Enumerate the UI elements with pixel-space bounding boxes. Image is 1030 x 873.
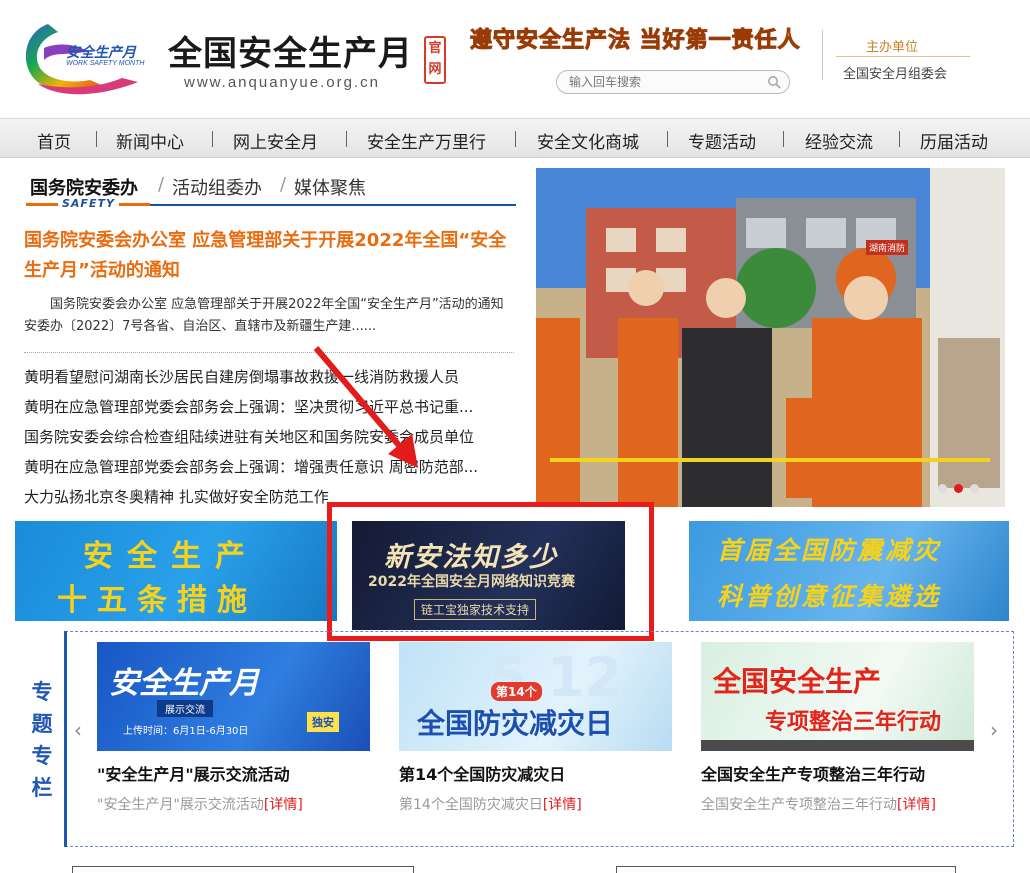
card-desc-text: "安全生产月"展示交流活动 bbox=[97, 797, 264, 813]
card-detail-link[interactable]: [详情] bbox=[897, 797, 936, 813]
site-url: www.anquanyue.org.cn bbox=[184, 74, 380, 91]
card-image-disaster-day[interactable]: 5.12 第14个 全国防灾减灾日 bbox=[399, 642, 672, 751]
header-divider bbox=[822, 30, 823, 80]
nav-separator bbox=[96, 131, 97, 147]
nav-separator bbox=[515, 131, 516, 147]
slider-dot[interactable] bbox=[938, 484, 947, 493]
card3-img-title: 全国安全生产 bbox=[713, 665, 882, 698]
logo-text-en: WORK SAFETY MONTH bbox=[66, 60, 145, 67]
nav-item-history[interactable]: 历届活动 bbox=[920, 128, 988, 153]
banner-mid-line2: 2022年全国安全月网络知识竞赛 bbox=[368, 574, 575, 590]
special-column-title: 专题专栏 bbox=[31, 680, 53, 800]
card1-img-badge: 独安 bbox=[307, 712, 339, 732]
card-title[interactable]: 全国安全生产专项整治三年行动 bbox=[701, 761, 925, 785]
card-desc: "安全生产月"展示交流活动[详情] bbox=[97, 794, 303, 814]
news-item[interactable]: 黄明看望慰问湖南长沙居民自建房倒塌事故救援一线消防救援人员 bbox=[24, 366, 514, 396]
news-item[interactable]: 大力弘扬北京冬奥精神 扎实做好安全防范工作 bbox=[24, 486, 514, 516]
nav-separator bbox=[212, 131, 213, 147]
nav-item-safety-tour[interactable]: 安全生产万里行 bbox=[367, 128, 486, 153]
site-title: 全国安全生产月 bbox=[168, 34, 413, 74]
card3-img-ground bbox=[701, 740, 974, 751]
nav-item-special-events[interactable]: 专题活动 bbox=[688, 128, 756, 153]
search-box[interactable] bbox=[556, 70, 790, 94]
header-slogan: 遵守安全生产法 当好第一责任人 bbox=[470, 28, 801, 54]
banner-mid-line1: 新安法知多少 bbox=[384, 542, 558, 573]
tab-divider: / bbox=[280, 174, 287, 195]
organizer-name: 全国安全月组委会 bbox=[843, 67, 948, 82]
slider-dot[interactable] bbox=[970, 484, 979, 493]
card-image-three-year-action[interactable]: 全国安全生产 专项整治三年行动 bbox=[701, 642, 974, 751]
nav-separator bbox=[667, 131, 668, 147]
carousel-prev-arrow[interactable]: ‹ bbox=[74, 718, 82, 742]
site-header: 安全生产月 WORK SAFETY MONTH 全国安全生产月 www.anqu… bbox=[0, 0, 1030, 118]
news-list: 黄明看望慰问湖南长沙居民自建房倒塌事故救援一线消防救援人员 黄明在应急管理部党委… bbox=[24, 366, 514, 516]
card-detail-link[interactable]: [详情] bbox=[264, 797, 303, 813]
site-logo[interactable]: 安全生产月 WORK SAFETY MONTH bbox=[18, 18, 160, 100]
card-title[interactable]: "安全生产月"展示交流活动 bbox=[97, 761, 290, 785]
card-desc: 第14个全国防灾减灾日[详情] bbox=[399, 794, 582, 814]
card-image-showcase[interactable]: 安全生产月 展示交流 上传时间：6月1日-6月30日 独安 bbox=[97, 642, 370, 751]
main-nav: 首页 新闻中心 网上安全月 安全生产万里行 安全文化商城 专题活动 经验交流 历… bbox=[0, 118, 1030, 158]
card-desc: 全国安全生产专项整治三年行动[详情] bbox=[701, 794, 936, 814]
nav-item-home[interactable]: 首页 bbox=[37, 128, 71, 153]
banner-earthquake-contest[interactable]: 首届全国防震减灾 科普创意征集遴选 bbox=[689, 521, 1009, 621]
card-desc-text: 全国安全生产专项整治三年行动 bbox=[701, 797, 897, 813]
nav-item-experience[interactable]: 经验交流 bbox=[805, 128, 873, 153]
official-site-seal: 官网 bbox=[424, 36, 446, 84]
banner-left-line1: 安全生产 bbox=[83, 539, 259, 574]
arrow-annotation-icon bbox=[313, 346, 418, 468]
slider-dots bbox=[931, 478, 979, 497]
page: 安全生产月 WORK SAFETY MONTH 全国安全生产月 www.anqu… bbox=[0, 0, 1030, 873]
banner-right-line1: 首届全国防震减灾 bbox=[717, 536, 942, 565]
banner-right-line2: 科普创意征集遴选 bbox=[717, 582, 942, 611]
headline-link[interactable]: 国务院安委会办公室 应急管理部关于开展2022年全国“安全生产月”活动的通知 bbox=[24, 226, 510, 286]
nav-separator bbox=[346, 131, 347, 147]
footer-box-left bbox=[72, 866, 414, 873]
tab-organizing-committee[interactable]: 活动组委办 bbox=[172, 174, 262, 200]
card-title[interactable]: 第14个全国防灾减灾日 bbox=[399, 761, 565, 785]
photo-slider[interactable]: 湖南消防 bbox=[536, 168, 1005, 507]
news-divider bbox=[24, 352, 514, 353]
logo-text-cn: 安全生产月 bbox=[66, 45, 136, 61]
card-detail-link[interactable]: [详情] bbox=[543, 797, 582, 813]
tab-divider: / bbox=[158, 174, 165, 195]
nav-item-online-month[interactable]: 网上安全月 bbox=[233, 128, 318, 153]
banner-law-quiz[interactable]: 新安法知多少 2022年全国安全月网络知识竞赛 链工宝独家技术支持 bbox=[352, 521, 625, 630]
nav-separator bbox=[899, 131, 900, 147]
carousel-next-arrow[interactable]: › bbox=[990, 718, 998, 742]
tab-media-focus[interactable]: 媒体聚焦 bbox=[294, 174, 366, 200]
card-desc-text: 第14个全国防灾减灾日 bbox=[399, 797, 543, 813]
tab-badge: SAFETY bbox=[58, 197, 119, 210]
nav-separator bbox=[783, 131, 784, 147]
card1-img-title: 安全生产月 bbox=[109, 666, 259, 701]
slider-dot-active[interactable] bbox=[954, 484, 963, 493]
banner-mid-line3: 链工宝独家技术支持 bbox=[414, 599, 537, 620]
organizer-divider bbox=[836, 56, 970, 57]
slide-badge: 湖南消防 bbox=[866, 240, 909, 255]
organizer-label: 主办单位 bbox=[866, 40, 919, 55]
banner-fifteen-measures[interactable]: 安全生产 十五条措施 bbox=[15, 521, 337, 621]
banner-left-line2: 十五条措施 bbox=[57, 583, 257, 618]
card1-img-sub: 展示交流 bbox=[157, 700, 213, 717]
news-item[interactable]: 黄明在应急管理部党委会部务会上强调：坚决贯彻习近平总书记重... bbox=[24, 396, 514, 426]
nav-item-news[interactable]: 新闻中心 bbox=[116, 128, 184, 153]
card2-img-title: 全国防灾减灾日 bbox=[417, 707, 614, 740]
card3-img-sub: 专项整治三年行动 bbox=[765, 710, 942, 735]
card2-img-num: 第14个 bbox=[491, 682, 542, 701]
search-input[interactable] bbox=[569, 74, 759, 90]
card1-img-time: 上传时间：6月1日-6月30日 bbox=[123, 726, 249, 737]
nav-item-culture-mall[interactable]: 安全文化商城 bbox=[537, 128, 639, 153]
news-item[interactable]: 国务院安委会综合检查组陆续进驻有关地区和国务院安委会成员单位 bbox=[24, 426, 514, 456]
footer-box-right bbox=[616, 866, 956, 873]
news-item[interactable]: 黄明在应急管理部党委会部务会上强调：增强责任意识 周密防范部... bbox=[24, 456, 514, 486]
slide-photo bbox=[536, 168, 1005, 507]
search-icon[interactable] bbox=[767, 75, 781, 89]
